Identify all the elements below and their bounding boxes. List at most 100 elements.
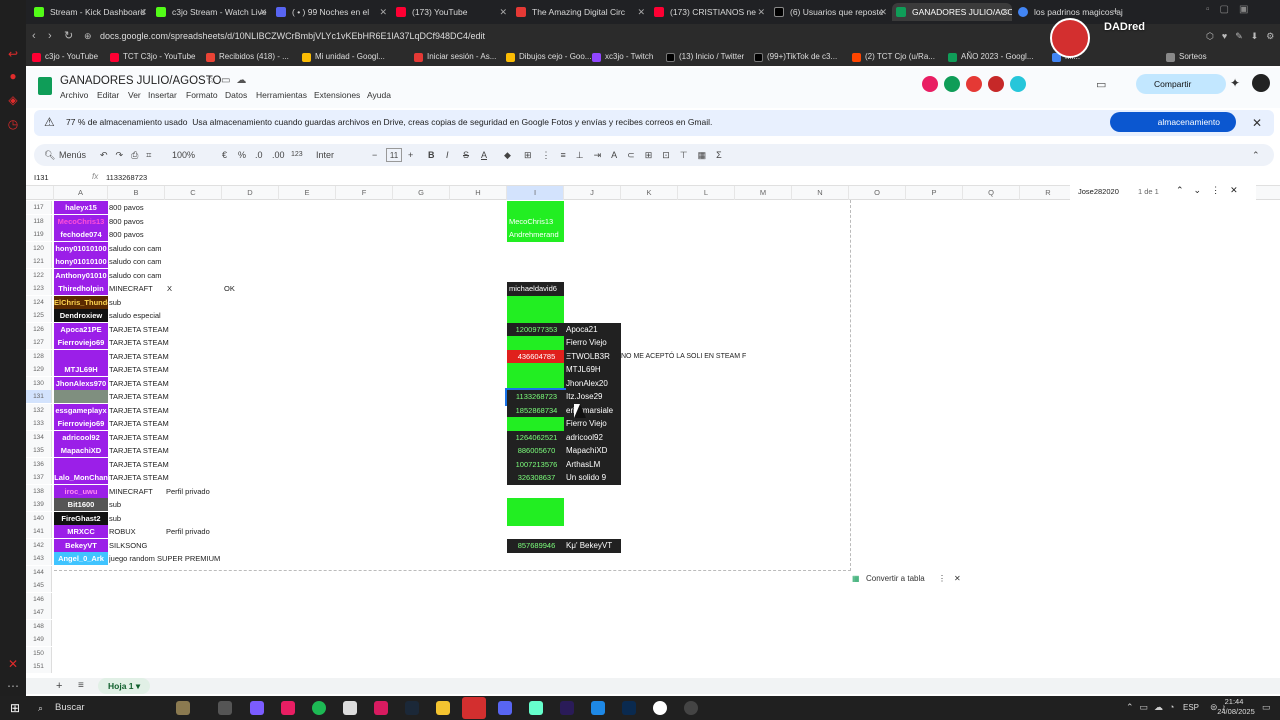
- close-icon[interactable]: ✕: [499, 3, 507, 21]
- font-select[interactable]: Inter: [316, 148, 334, 162]
- column-header-g[interactable]: G: [393, 186, 450, 200]
- tab-4[interactable]: The Amazing Digital Circ ✕: [512, 3, 648, 21]
- collaborator-avatar[interactable]: [988, 76, 1004, 92]
- find-input[interactable]: Jose282020: [1078, 187, 1119, 196]
- collaborator-avatar[interactable]: [944, 76, 960, 92]
- capcut-icon[interactable]: [343, 701, 357, 715]
- row-number[interactable]: 138: [26, 485, 52, 498]
- collapse-icon[interactable]: ⌃: [1252, 148, 1260, 162]
- windows-start-icon[interactable]: ⊞: [10, 701, 20, 715]
- row-number[interactable]: 136: [26, 458, 52, 471]
- menu-archivo[interactable]: Archivo: [60, 90, 88, 100]
- row-number[interactable]: 127: [26, 336, 52, 349]
- row-number[interactable]: 120: [26, 242, 52, 255]
- sheets-logo-icon[interactable]: [38, 77, 52, 95]
- arrow-icon[interactable]: ↩: [5, 46, 21, 62]
- row-number[interactable]: 124: [26, 296, 52, 309]
- close-icon[interactable]: ✕: [637, 3, 645, 21]
- percent-button[interactable]: %: [238, 148, 246, 162]
- share-button[interactable]: Compartir: [1136, 74, 1226, 94]
- row-number[interactable]: 130: [26, 377, 52, 390]
- back-icon[interactable]: ‹: [32, 29, 36, 43]
- bookmark-10[interactable]: AÑO 2023 - Googl...: [948, 50, 1033, 64]
- row-number[interactable]: 132: [26, 404, 52, 417]
- menus-search[interactable]: Menús: [59, 148, 86, 162]
- menu-editar[interactable]: Editar: [97, 90, 119, 100]
- taskbar-search[interactable]: Buscar: [55, 702, 85, 713]
- row-number[interactable]: 135: [26, 444, 52, 457]
- close-icon[interactable]: ✕: [1001, 3, 1009, 21]
- convert-table-chip[interactable]: ▦ Convertir a tabla ⋮✕: [850, 572, 966, 586]
- find-nav-icons[interactable]: ⌃⌄⋮✕: [1176, 185, 1248, 196]
- file-explorer-icon[interactable]: [436, 701, 450, 715]
- clock-date[interactable]: 24/08/2025: [1216, 707, 1256, 716]
- new-tab-icon[interactable]: +: [1112, 4, 1119, 18]
- column-header-r[interactable]: R: [1020, 186, 1077, 200]
- bag-icon[interactable]: ◈: [5, 92, 21, 108]
- column-header-b[interactable]: B: [108, 186, 165, 200]
- italic-icon[interactable]: I: [446, 148, 449, 162]
- account-avatar[interactable]: [1252, 74, 1270, 92]
- undo-redo-print-icons[interactable]: ↶↷⎙⌗: [100, 148, 159, 162]
- bookmark-3[interactable]: Mi unidad - Googl...: [302, 50, 385, 64]
- row-number[interactable]: 139: [26, 498, 52, 511]
- currency-button[interactable]: €: [222, 148, 227, 162]
- text-color-icon[interactable]: A: [481, 148, 487, 162]
- app-icon[interactable]: [374, 701, 388, 715]
- collaborator-avatar[interactable]: [966, 76, 982, 92]
- row-number[interactable]: 118: [26, 215, 52, 228]
- steam-icon[interactable]: [405, 701, 419, 715]
- close-icon[interactable]: ✕: [379, 3, 387, 21]
- all-sheets-icon[interactable]: ≡: [78, 680, 84, 691]
- bookmark-12[interactable]: Sorteos: [1166, 50, 1207, 64]
- clock-time[interactable]: 21:44: [1220, 697, 1248, 706]
- opera-icon[interactable]: [462, 697, 486, 719]
- font-size-input[interactable]: 11: [386, 148, 402, 162]
- name-box[interactable]: I131: [34, 173, 49, 182]
- decimal-increase-button[interactable]: .00: [272, 148, 285, 162]
- column-header-l[interactable]: L: [678, 186, 735, 200]
- photoshop-icon[interactable]: [622, 701, 636, 715]
- row-number[interactable]: 128: [26, 350, 52, 363]
- gemini-icon[interactable]: ✦: [1230, 76, 1240, 90]
- tab-5[interactable]: (173) CRISTIANOS ne ✕: [650, 3, 768, 21]
- select-all-corner[interactable]: [26, 186, 54, 200]
- search-menus-icon[interactable]: 🔍︎: [44, 148, 55, 162]
- column-header-m[interactable]: M: [735, 186, 792, 200]
- discord-icon[interactable]: [498, 701, 512, 715]
- decimal-decrease-button[interactable]: .0: [255, 148, 263, 162]
- premiere-icon[interactable]: [560, 701, 574, 715]
- zoom-select[interactable]: 100%: [172, 148, 195, 162]
- task-view-icon[interactable]: [218, 701, 232, 715]
- format-icons[interactable]: ⊞⋮≡⊥⇥A⊂⊞⊡⊤▦Σ: [524, 148, 732, 162]
- strikethrough-icon[interactable]: S: [463, 148, 469, 162]
- column-header-n[interactable]: N: [792, 186, 849, 200]
- doc-title[interactable]: GANADORES JULIO/AGOSTO: [60, 75, 221, 87]
- row-number[interactable]: 148: [26, 620, 52, 633]
- bookmark-6[interactable]: xc3jo - Twitch: [592, 50, 653, 64]
- column-header-j[interactable]: J: [564, 186, 621, 200]
- site-info-icon[interactable]: ⊕: [84, 29, 92, 43]
- menu-ver[interactable]: Ver: [128, 90, 141, 100]
- fill-color-icon[interactable]: ◆: [504, 148, 511, 162]
- column-header-k[interactable]: K: [621, 186, 678, 200]
- row-number[interactable]: 144: [26, 566, 52, 579]
- column-header-o[interactable]: O: [849, 186, 906, 200]
- row-number[interactable]: 141: [26, 525, 52, 538]
- more-icon[interactable]: ⋯: [5, 678, 21, 694]
- copilot-icon[interactable]: [250, 701, 264, 715]
- bookmark-9[interactable]: (2) TCT Cjo (u/Ra...: [852, 50, 935, 64]
- close-icon[interactable]: ⋮✕: [938, 572, 969, 586]
- bookmark-1[interactable]: TCT C3jo - YouTube: [110, 50, 195, 64]
- row-number[interactable]: 119: [26, 228, 52, 241]
- collaborator-avatar[interactable]: [1010, 76, 1026, 92]
- tab-3[interactable]: (173) YouTube ✕: [392, 3, 510, 21]
- column-header-c[interactable]: C: [165, 186, 222, 200]
- tab-0[interactable]: Stream - Kick Dashboard ✕: [30, 3, 150, 21]
- obs-icon[interactable]: [653, 701, 667, 715]
- row-number[interactable]: 147: [26, 606, 52, 619]
- star-icon[interactable]: ☆▭☁: [206, 75, 252, 86]
- tab-7[interactable]: GANADORES JULIO/AGO ✕: [892, 3, 1012, 21]
- menu-formato[interactable]: Formato: [186, 90, 218, 100]
- row-number[interactable]: 133: [26, 417, 52, 430]
